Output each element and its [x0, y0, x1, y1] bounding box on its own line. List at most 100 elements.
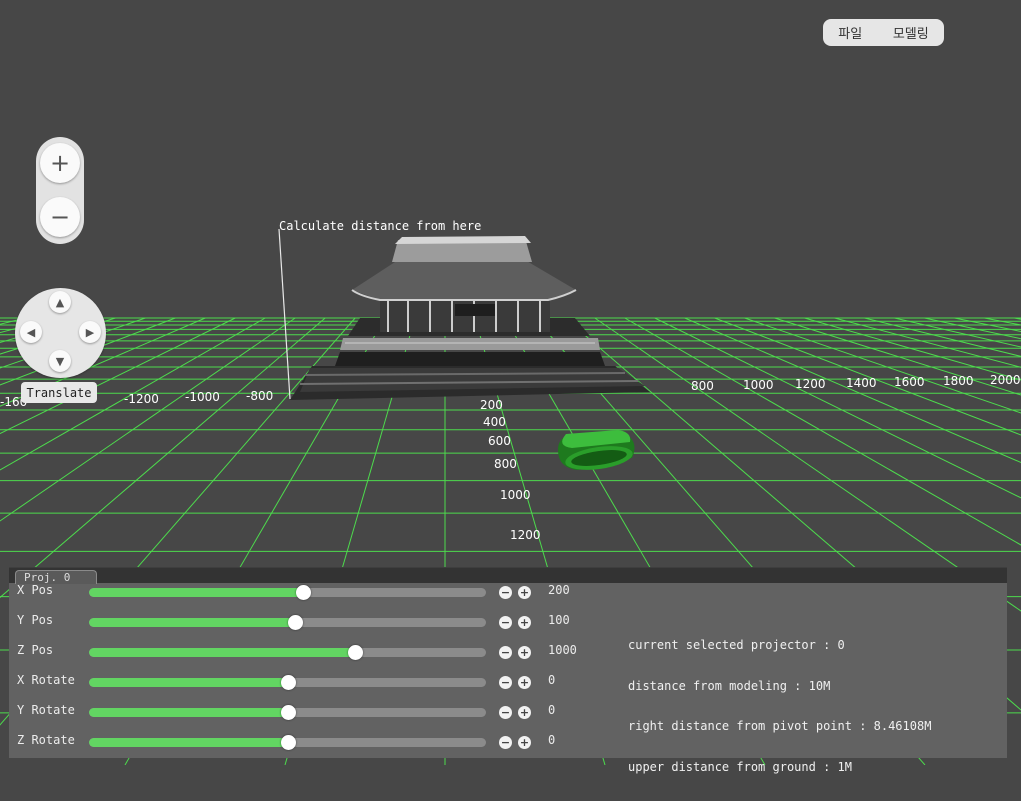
slider-row: X Rotate − +0 [9, 669, 609, 699]
slider-thumb[interactable] [296, 585, 311, 600]
x-tick-label: 1600 [894, 375, 925, 389]
projector-info: current selected projector : 0 distance … [628, 612, 931, 801]
minus-icon: − [500, 616, 511, 629]
slider-fill [89, 678, 288, 687]
slider-fill [89, 588, 303, 597]
pan-right-button[interactable]: ▶ [79, 321, 101, 343]
z-tick-label: 1200 [510, 528, 541, 542]
x-tick-label: 1400 [846, 376, 877, 390]
info-right-distance: right distance from pivot point : 8.4610… [628, 719, 932, 733]
translate-label: Translate [26, 385, 92, 400]
slider-fill [89, 738, 288, 747]
x-tick-label: -1000 [185, 390, 220, 404]
x-tick-label: -800 [246, 389, 273, 403]
x-tick-label: 2000 [990, 373, 1021, 387]
minus-icon: − [500, 706, 511, 719]
slider-value: 1000 [548, 643, 577, 657]
decrement-button[interactable]: − [499, 616, 512, 629]
slider-label: Z Rotate [17, 733, 75, 747]
plus-icon: + [519, 646, 530, 659]
increment-button[interactable]: + [518, 616, 531, 629]
slider-track[interactable] [89, 588, 486, 597]
x-tick-label: 1000 [743, 378, 774, 392]
minus-icon: − [49, 203, 71, 231]
plus-icon: + [519, 676, 530, 689]
plus-icon: + [519, 616, 530, 629]
increment-button[interactable]: + [518, 736, 531, 749]
slider-value: 200 [548, 583, 570, 597]
decrement-button[interactable]: − [499, 736, 512, 749]
x-tick-label: -1200 [124, 392, 159, 406]
slider-row: Y Rotate − +0 [9, 699, 609, 729]
pan-left-button[interactable]: ◀ [20, 321, 42, 343]
slider-label: Y Pos [17, 613, 54, 627]
z-tick-label: 400 [483, 415, 506, 429]
slider-thumb[interactable] [288, 615, 303, 630]
increment-button[interactable]: + [518, 646, 531, 659]
z-tick-label: 800 [494, 457, 517, 471]
slider-value: 0 [548, 733, 556, 747]
measure-label: Calculate distance from here [279, 219, 481, 233]
menu-file[interactable]: 파일 [834, 23, 866, 42]
slider-value: 100 [548, 613, 570, 627]
info-distance-modeling: distance from modeling : 10M [628, 678, 831, 693]
pan-down-button[interactable]: ▼ [49, 350, 71, 372]
zoom-control: + − [36, 137, 84, 244]
slider-fill [89, 618, 295, 627]
info-upper-distance: upper distance from ground : 1M [628, 759, 852, 774]
z-tick-label: 1000 [500, 488, 531, 502]
translate-mode-button[interactable]: Translate [21, 382, 97, 403]
menu-bar: 파일 모델링 [823, 19, 944, 46]
minus-icon: − [500, 586, 511, 599]
triangle-up-icon: ▲ [55, 295, 65, 309]
slider-fill [89, 648, 355, 657]
minus-icon: − [500, 736, 511, 749]
slider-fill [89, 708, 288, 717]
zoom-in-button[interactable]: + [40, 143, 80, 183]
slider-thumb[interactable] [281, 675, 296, 690]
z-tick-label: 200 [480, 398, 503, 412]
measure-line [278, 228, 291, 400]
projector-capsule[interactable] [558, 430, 635, 474]
triangle-down-icon: ▼ [55, 354, 65, 368]
increment-button[interactable]: + [518, 586, 531, 599]
slider-label: X Rotate [17, 673, 75, 687]
decrement-button[interactable]: − [499, 586, 512, 599]
decrement-button[interactable]: − [499, 676, 512, 689]
decrement-button[interactable]: − [499, 706, 512, 719]
pan-up-button[interactable]: ▲ [49, 291, 71, 313]
info-selected-projector: current selected projector : 0 [628, 638, 845, 652]
minus-icon: − [500, 646, 511, 659]
slider-label: Z Pos [17, 643, 54, 657]
decrement-button[interactable]: − [499, 646, 512, 659]
menu-modeling[interactable]: 모델링 [889, 23, 933, 42]
slider-row: X Pos − +200 [9, 579, 609, 609]
plus-icon: + [519, 586, 530, 599]
slider-label: Y Rotate [17, 703, 75, 717]
slider-row: Z Rotate − +0 [9, 729, 609, 759]
plus-icon: + [519, 736, 530, 749]
slider-thumb[interactable] [348, 645, 363, 660]
slider-thumb[interactable] [281, 705, 296, 720]
slider-thumb[interactable] [281, 735, 296, 750]
x-tick-label: 1800 [943, 374, 974, 388]
slider-label: X Pos [17, 583, 54, 597]
minus-icon: − [500, 676, 511, 689]
increment-button[interactable]: + [518, 676, 531, 689]
slider-row: Z Pos − +1000 [9, 639, 609, 669]
zoom-out-button[interactable]: − [40, 197, 80, 237]
z-tick-label: 600 [488, 434, 511, 448]
slider-value: 0 [548, 673, 556, 687]
increment-button[interactable]: + [518, 706, 531, 719]
plus-icon: + [49, 149, 71, 177]
slider-track[interactable] [89, 648, 486, 657]
plus-icon: + [519, 706, 530, 719]
x-tick-label: 800 [691, 379, 714, 393]
x-tick-label: 1200 [795, 377, 826, 391]
direction-pad: ▲ ▼ ◀ ▶ [15, 288, 106, 378]
slider-row: Y Pos − +100 [9, 609, 609, 639]
projector-panel: Proj. 0 X Pos − +200 Y Pos − +100 Z Pos − +1000 X… [9, 567, 1007, 773]
triangle-right-icon: ▶ [85, 325, 95, 339]
slider-value: 0 [548, 703, 556, 717]
triangle-left-icon: ◀ [26, 325, 36, 339]
